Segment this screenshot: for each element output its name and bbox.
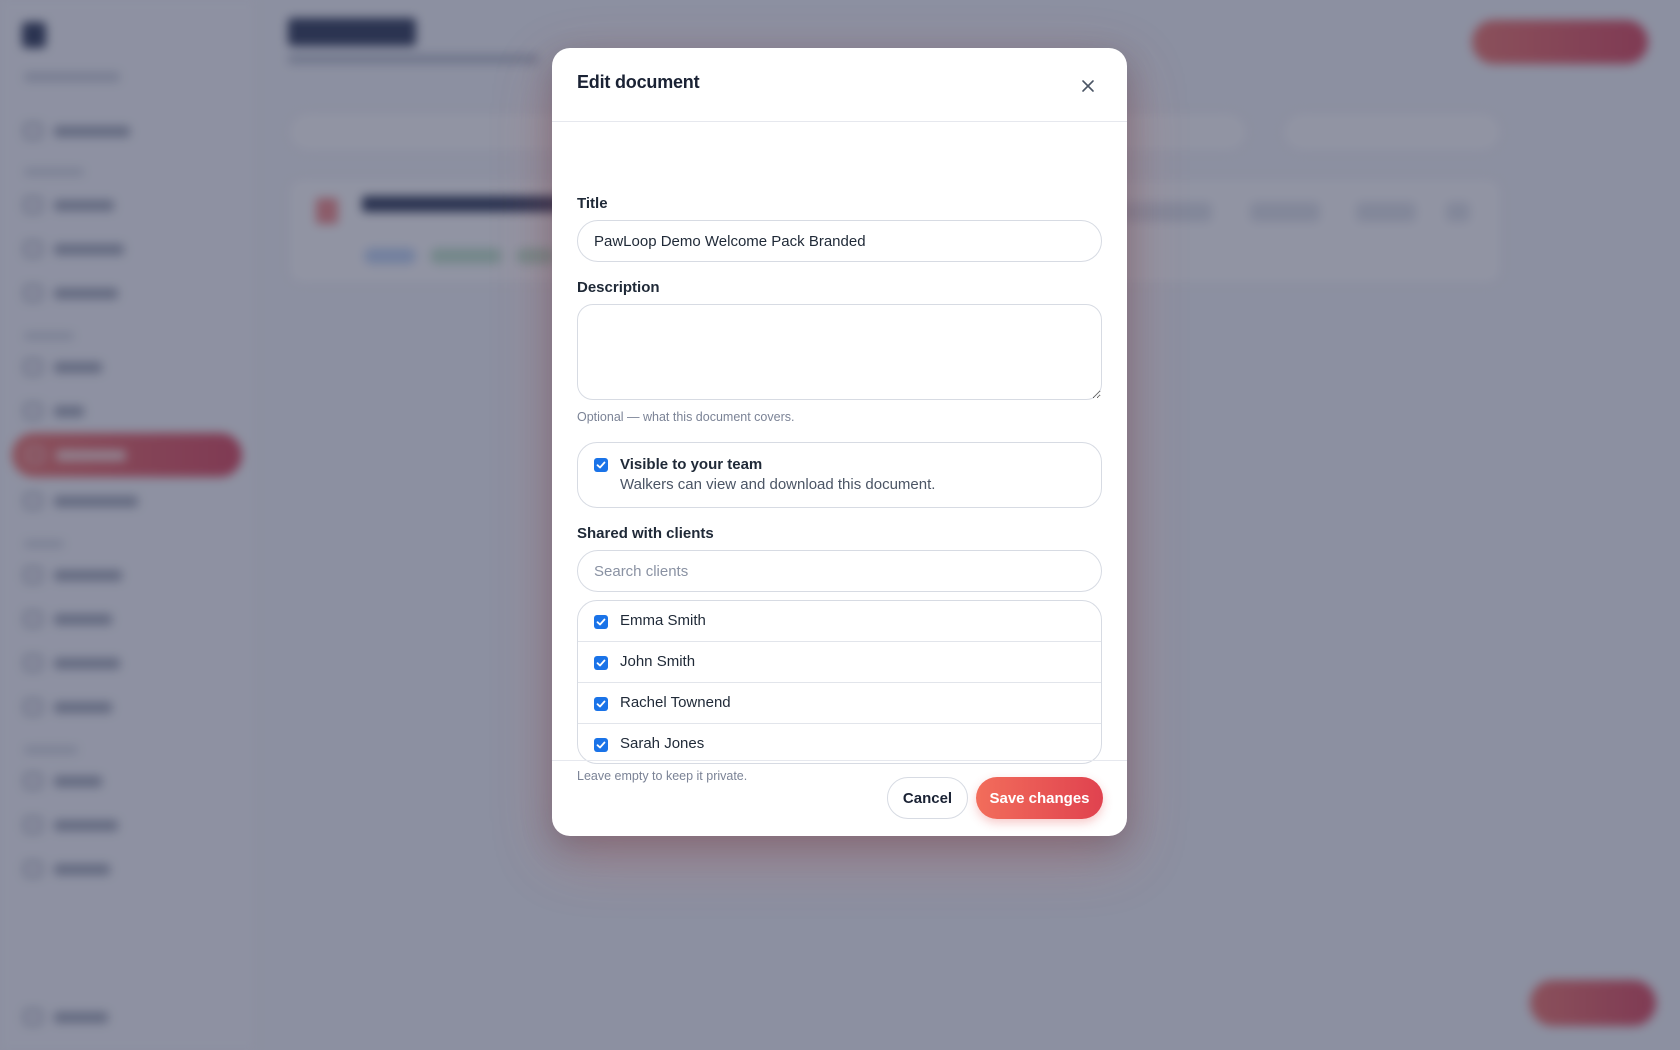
- edit-document-modal: Edit document Title Description Optional…: [552, 48, 1127, 836]
- close-icon: [1082, 80, 1094, 92]
- check-icon: [596, 618, 606, 626]
- check-icon: [596, 700, 606, 708]
- close-button[interactable]: [1074, 72, 1102, 100]
- description-label: Description: [577, 279, 660, 296]
- team-visibility-checkbox[interactable]: [594, 458, 608, 472]
- client-row[interactable]: John Smith: [578, 642, 1101, 683]
- modal-footer: Cancel Save changes: [552, 760, 1127, 836]
- client-row[interactable]: Emma Smith: [578, 601, 1101, 642]
- description-textarea[interactable]: [577, 304, 1102, 400]
- modal-header: Edit document: [552, 48, 1127, 122]
- check-icon: [596, 741, 606, 749]
- cancel-button[interactable]: Cancel: [887, 777, 968, 819]
- modal-title: Edit document: [577, 72, 700, 92]
- client-checkbox[interactable]: [594, 697, 608, 711]
- client-checkbox[interactable]: [594, 656, 608, 670]
- team-visibility-title: Visible to your team: [620, 456, 763, 473]
- client-search-input[interactable]: [577, 550, 1102, 592]
- client-row[interactable]: Sarah Jones: [578, 724, 1101, 763]
- title-input[interactable]: [577, 220, 1102, 262]
- title-label: Title: [577, 195, 608, 212]
- client-name: Emma Smith: [620, 612, 706, 629]
- client-name: Rachel Townend: [620, 694, 731, 711]
- client-checkbox[interactable]: [594, 738, 608, 752]
- description-hint: Optional — what this document covers.: [577, 410, 795, 424]
- client-name: John Smith: [620, 653, 696, 670]
- check-icon: [596, 461, 606, 469]
- client-list: Emma Smith John Smith Rachel Townend Sar…: [577, 600, 1102, 764]
- team-visibility-description: Walkers can view and download this docum…: [620, 476, 936, 493]
- save-changes-button[interactable]: Save changes: [976, 777, 1103, 819]
- client-name: Sarah Jones: [620, 735, 705, 752]
- client-row[interactable]: Rachel Townend: [578, 683, 1101, 724]
- check-icon: [596, 659, 606, 667]
- shared-clients-label: Shared with clients: [577, 525, 714, 542]
- team-visibility-option[interactable]: Visible to your team Walkers can view an…: [577, 442, 1102, 508]
- client-checkbox[interactable]: [594, 615, 608, 629]
